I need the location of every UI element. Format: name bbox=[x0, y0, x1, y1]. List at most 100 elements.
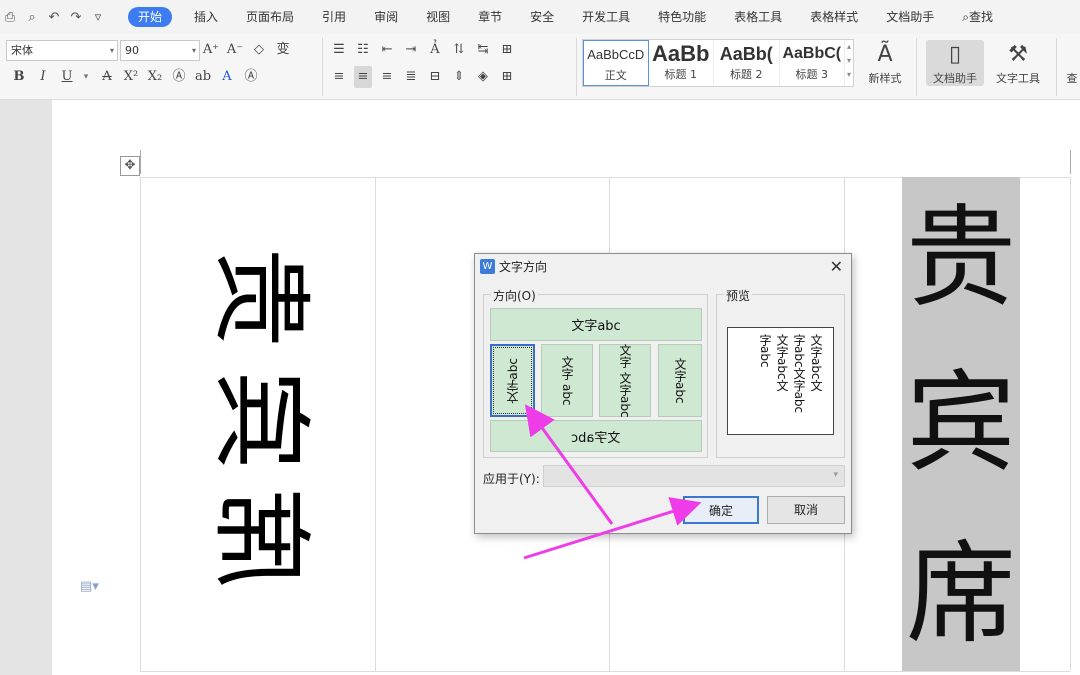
table-insert-icon[interactable]: ⊞ bbox=[498, 39, 516, 61]
option-vertical-rotate-cw[interactable]: 文字abc bbox=[490, 344, 535, 417]
search-short-button[interactable]: 查 bbox=[1064, 70, 1080, 86]
preview-text: 字abc文字abc bbox=[792, 334, 806, 414]
apply-to-select[interactable]: ▾ bbox=[543, 465, 845, 487]
doc-assistant-icon: ▯ bbox=[948, 42, 962, 67]
text-effect-icon[interactable]: Ⓐ bbox=[170, 66, 188, 88]
print-preview-icon[interactable]: ⎙ bbox=[2, 10, 18, 25]
doc-assistant-button[interactable]: ▯ 文档助手 bbox=[926, 40, 984, 86]
preview-box: 文字abc文 字abc文字abc 文字abc文 字abc bbox=[727, 327, 834, 435]
apply-to-label: 应用于(Y): bbox=[483, 472, 540, 486]
style-gallery: AaBbCcD 正文 AaBb 标题 1 AaBb( 标题 2 AaBbC( 标… bbox=[582, 39, 854, 87]
customize-icon[interactable]: ▿ bbox=[90, 10, 106, 25]
align-right-icon[interactable]: ≡ bbox=[378, 66, 396, 88]
align-center-icon[interactable]: ≡ bbox=[354, 66, 372, 88]
highlight-icon[interactable]: ab bbox=[194, 66, 212, 88]
style-normal[interactable]: AaBbCcD 正文 bbox=[583, 40, 649, 86]
underline-dropdown-icon[interactable]: ▾ bbox=[82, 66, 90, 88]
subscript-icon[interactable]: X₂ bbox=[146, 66, 164, 88]
preview-text: 字abc bbox=[758, 334, 772, 368]
table-border-right bbox=[1070, 177, 1071, 671]
page-icon[interactable]: ▤▾ bbox=[80, 579, 99, 594]
distribute-icon[interactable]: ⊟ bbox=[426, 66, 444, 88]
borders-icon[interactable]: ⊞ bbox=[498, 66, 516, 88]
bullet-list-icon[interactable]: ☰ bbox=[330, 39, 348, 61]
tab-page-layout[interactable]: 页面布局 bbox=[232, 0, 308, 34]
preview-text: 文字abc文 bbox=[775, 334, 789, 392]
search-icon: ⌕ bbox=[962, 10, 969, 24]
font-size-select[interactable]: 90 ▾ bbox=[120, 39, 200, 61]
upright-char-3: 席 bbox=[906, 530, 1016, 658]
strikethrough-icon[interactable]: A bbox=[98, 66, 116, 88]
text-tools-button[interactable]: ⚒ 文字工具 bbox=[988, 40, 1048, 86]
align-left-icon[interactable]: ≡ bbox=[330, 66, 348, 88]
wps-logo-icon: W bbox=[480, 259, 495, 274]
tab-doc-assistant[interactable]: 文档助手 bbox=[872, 0, 948, 34]
ok-button[interactable]: 确定 bbox=[683, 496, 759, 524]
rotated-char-3: 席 bbox=[202, 488, 319, 588]
tab-references[interactable]: 引用 bbox=[308, 0, 360, 34]
cancel-button[interactable]: 取消 bbox=[767, 496, 845, 524]
tab-home[interactable]: 开始 bbox=[128, 7, 173, 27]
number-list-icon[interactable]: ☷ bbox=[354, 39, 372, 61]
sort-icon[interactable]: ⇅ bbox=[450, 39, 468, 61]
option-vertical-rotate-ccw[interactable]: 文字abc bbox=[658, 344, 702, 417]
line-spacing-icon[interactable]: ⇕ bbox=[450, 66, 468, 88]
new-style-button[interactable]: Ã 新样式 bbox=[862, 40, 908, 86]
margin-mark bbox=[1070, 150, 1071, 174]
char-shading-icon[interactable]: Ⓐ bbox=[242, 66, 260, 88]
table-border-bottom bbox=[140, 671, 1070, 672]
quick-access-toolbar: ⎙ ⌕ ↶ ↷ ▿ bbox=[0, 10, 120, 25]
table-border-left bbox=[140, 177, 141, 671]
spacing-icon[interactable]: ↹ bbox=[474, 39, 492, 61]
clear-format-icon[interactable]: ◇ bbox=[250, 39, 268, 61]
close-icon[interactable]: ✕ bbox=[830, 254, 843, 280]
rotated-char-2: 宾 bbox=[202, 370, 319, 470]
ribbon-toolbar: 宋体 ▾ 90 ▾ A⁺ A⁻ ◇ 变 B I U ▾ A X² X₂ Ⓐ ab A… bbox=[0, 34, 1080, 100]
zoom-icon[interactable]: ⌕ bbox=[24, 10, 40, 25]
underline-icon[interactable]: U bbox=[58, 66, 76, 88]
superscript-icon[interactable]: X² bbox=[122, 66, 140, 88]
style-scroll-arrows[interactable]: ▴ ▾ ▾ bbox=[845, 40, 853, 86]
margin-mark bbox=[140, 150, 141, 174]
option-horizontal[interactable]: 文字abc bbox=[490, 308, 702, 341]
preview-group-label: 预览 bbox=[724, 287, 753, 304]
preview-text: 文字abc文 bbox=[809, 334, 823, 392]
shading-icon[interactable]: ◈ bbox=[474, 66, 492, 88]
shrink-font-icon[interactable]: A⁻ bbox=[226, 39, 244, 61]
font-color-icon[interactable]: A bbox=[218, 66, 236, 88]
grow-font-icon[interactable]: A⁺ bbox=[202, 39, 220, 61]
style-heading-3[interactable]: AaBbC( 标题 3 bbox=[780, 40, 846, 86]
tab-features[interactable]: 特色功能 bbox=[644, 0, 720, 34]
undo-icon[interactable]: ↶ bbox=[46, 10, 62, 25]
redo-icon[interactable]: ↷ bbox=[68, 10, 84, 25]
tab-security[interactable]: 安全 bbox=[516, 0, 568, 34]
tab-insert[interactable]: 插入 bbox=[180, 0, 232, 34]
decrease-indent-icon[interactable]: ⇤ bbox=[378, 39, 396, 61]
justify-icon[interactable]: ≣ bbox=[402, 66, 420, 88]
style-heading-2[interactable]: AaBb( 标题 2 bbox=[714, 40, 780, 86]
text-direction-icon[interactable]: Ả bbox=[426, 39, 444, 61]
table-move-handle-icon[interactable]: ✥ bbox=[120, 156, 140, 176]
tab-table-tools[interactable]: 表格工具 bbox=[720, 0, 796, 34]
tab-view[interactable]: 视图 bbox=[412, 0, 464, 34]
rotated-char-1: 贵 bbox=[202, 248, 319, 348]
tab-chapter[interactable]: 章节 bbox=[464, 0, 516, 34]
italic-icon[interactable]: I bbox=[34, 66, 52, 88]
font-name-select[interactable]: 宋体 ▾ bbox=[6, 39, 118, 61]
tab-developer[interactable]: 开发工具 bbox=[568, 0, 644, 34]
table-column-line bbox=[375, 177, 376, 671]
dialog-title-bar: W 文字方向 ✕ bbox=[475, 254, 851, 280]
direction-group-label: 方向(O) bbox=[491, 287, 538, 304]
option-vertical-stacked[interactable]: 文字 abc bbox=[541, 344, 593, 417]
bold-icon[interactable]: B bbox=[10, 66, 28, 88]
tab-table-style[interactable]: 表格样式 bbox=[796, 0, 872, 34]
option-horizontal-flipped[interactable]: 文字abc bbox=[490, 420, 702, 452]
increase-indent-icon[interactable]: ⇥ bbox=[402, 39, 420, 61]
upright-char-1: 贵 bbox=[906, 194, 1016, 322]
search-button[interactable]: ⌕查找 bbox=[948, 0, 1007, 34]
style-heading-1[interactable]: AaBb 标题 1 bbox=[649, 40, 715, 86]
phonetic-icon[interactable]: 变 bbox=[274, 39, 292, 61]
wrench-icon: ⚒ bbox=[1008, 42, 1028, 67]
tab-review[interactable]: 审阅 bbox=[360, 0, 412, 34]
option-vertical-columns[interactable]: 文字 文字abc bbox=[599, 344, 651, 417]
